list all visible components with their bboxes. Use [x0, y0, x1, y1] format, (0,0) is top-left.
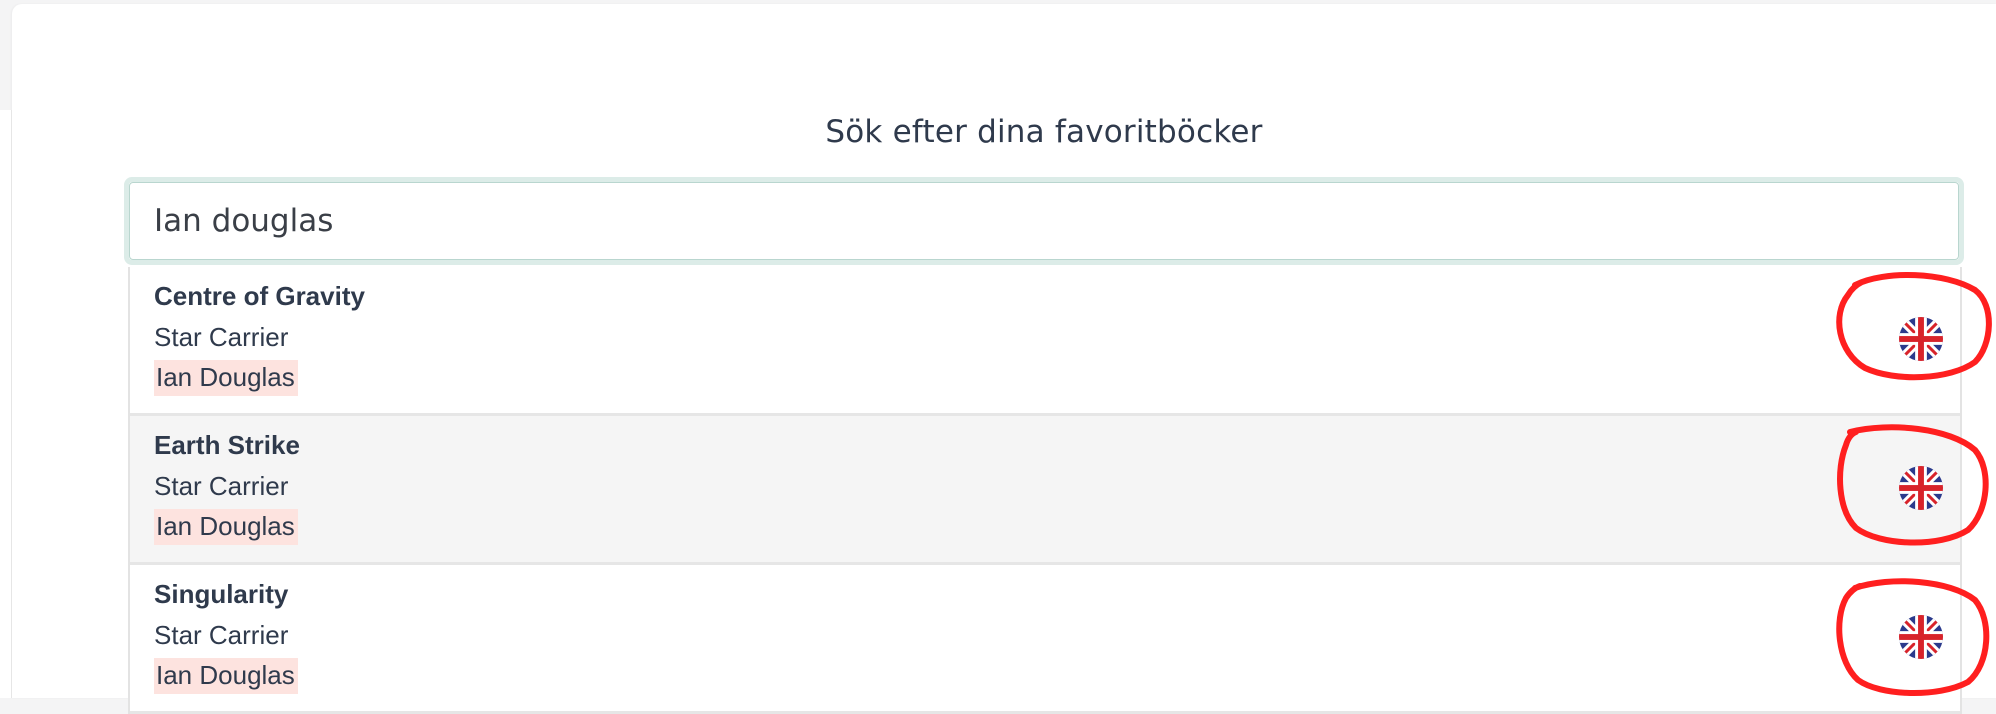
book-author: Ian Douglas: [154, 509, 298, 545]
book-series: Star Carrier: [154, 620, 289, 650]
page-container: Sök efter dina favoritböcker Centre of G…: [12, 4, 1996, 714]
result-item[interactable]: Centre of Gravity Star Carrier Ian Dougl…: [130, 267, 1960, 416]
book-author: Ian Douglas: [154, 360, 298, 396]
book-series: Star Carrier: [154, 471, 289, 501]
search-input[interactable]: [129, 182, 1959, 260]
uk-flag-graphic: [1899, 615, 1943, 659]
page-title: Sök efter dina favoritböcker: [825, 114, 1263, 150]
uk-flag-graphic: [1899, 466, 1943, 510]
uk-flag-icon[interactable]: [1894, 312, 1948, 366]
book-title: Singularity: [154, 579, 289, 609]
uk-flag-graphic: [1899, 317, 1943, 361]
book-title: Centre of Gravity: [154, 281, 365, 311]
result-item[interactable]: Singularity Star Carrier Ian Douglas: [130, 565, 1960, 714]
book-series: Star Carrier: [154, 322, 289, 352]
results-list: Centre of Gravity Star Carrier Ian Dougl…: [128, 267, 1962, 714]
left-edge-panel: [0, 110, 12, 698]
search-box[interactable]: [124, 177, 1964, 265]
result-item[interactable]: Earth Strike Star Carrier Ian Douglas: [130, 416, 1960, 565]
book-title: Earth Strike: [154, 430, 300, 460]
book-author: Ian Douglas: [154, 658, 298, 694]
uk-flag-icon[interactable]: [1894, 610, 1948, 664]
uk-flag-icon[interactable]: [1894, 461, 1948, 515]
